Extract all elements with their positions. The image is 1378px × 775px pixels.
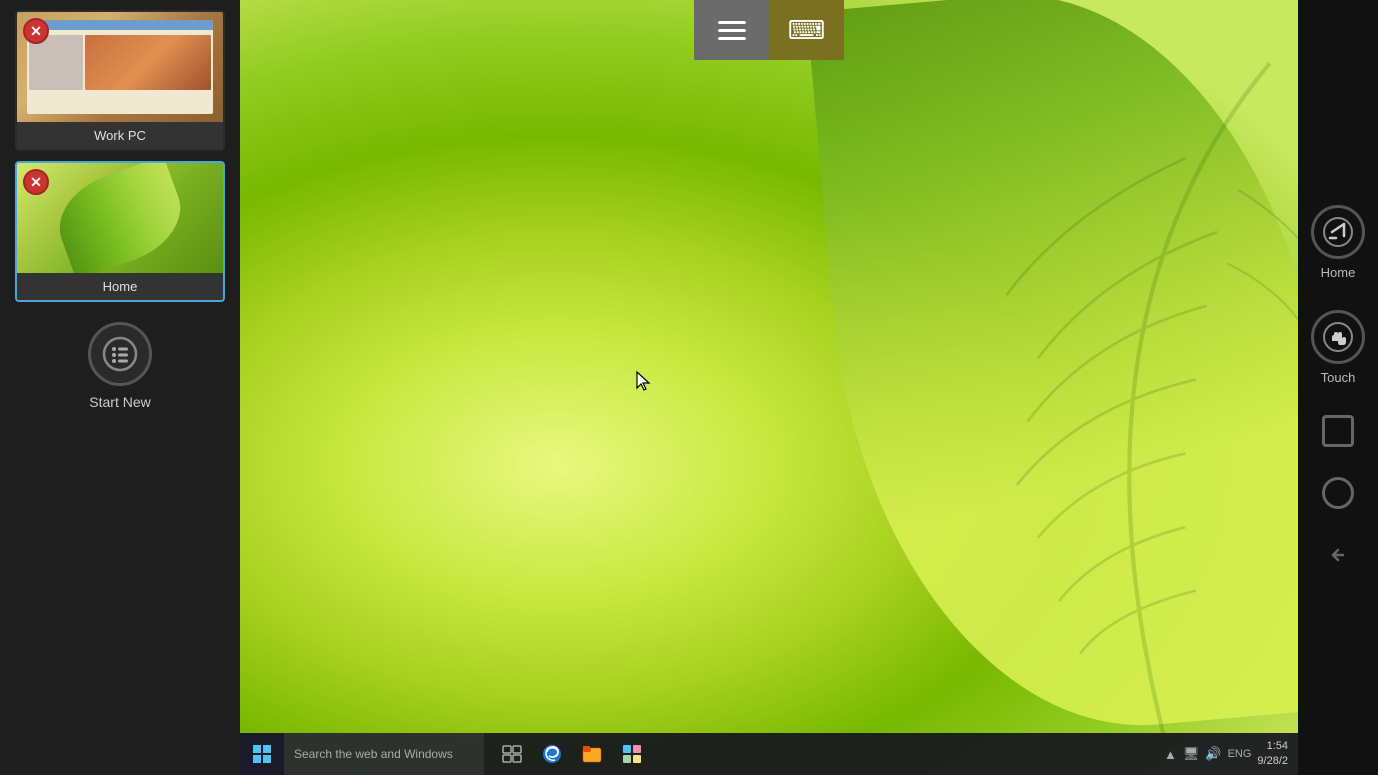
explorer-icon	[581, 743, 603, 765]
sys-tray-icons: ▲ 🖥 🔊 ENG	[1164, 746, 1251, 762]
search-placeholder: Search the web and Windows	[294, 747, 453, 761]
toolbar: ⌨	[694, 0, 844, 60]
clock-date: 9/28/2	[1257, 754, 1288, 769]
connection-card-workpc[interactable]: ✕ Work PC	[15, 10, 225, 151]
tray-arrow[interactable]: ▲	[1164, 747, 1177, 762]
input-icon: ENG	[1228, 748, 1252, 760]
back-arrow-icon	[1326, 543, 1350, 567]
taskbar-search[interactable]: Search the web and Windows	[284, 733, 484, 775]
taskbar: Search the web and Windows	[240, 733, 1298, 775]
connection-card-home[interactable]: ✕ Home	[15, 161, 225, 302]
volume-icon: 🔊	[1205, 746, 1221, 762]
taskbar-explorer[interactable]	[574, 736, 610, 772]
home-nav-icon	[1311, 205, 1365, 259]
taskbar-store[interactable]	[614, 736, 650, 772]
list-icon	[102, 336, 138, 372]
touch-nav-label: Touch	[1321, 370, 1356, 385]
hamburger-icon	[718, 21, 746, 40]
network-icon: 🖥	[1183, 746, 1200, 762]
home-nav-label: Home	[1321, 265, 1356, 280]
desktop-background	[240, 0, 1298, 775]
touch-hand-icon	[1322, 321, 1354, 353]
taskview-icon	[502, 745, 522, 763]
close-workpc-button[interactable]: ✕	[23, 18, 49, 44]
taskbar-taskview[interactable]	[494, 736, 530, 772]
start-new-icon	[88, 322, 152, 386]
home-nav-button[interactable]: Home	[1311, 205, 1365, 280]
touch-nav-button[interactable]: Touch	[1311, 310, 1365, 385]
leaf-decoration	[807, 0, 1298, 750]
taskbar-right: ▲ 🖥 🔊 ENG 1:54 9/28/2	[1164, 739, 1298, 770]
keyboard-button[interactable]: ⌨	[769, 0, 844, 60]
start-new-button[interactable]: Start New	[88, 322, 152, 410]
touch-nav-icon	[1311, 310, 1365, 364]
start-new-label: Start New	[89, 394, 150, 410]
home-arrow-icon	[1322, 216, 1354, 248]
main-area[interactable]: ⌨ Search the web and Windows	[240, 0, 1298, 775]
recent-apps-button[interactable]	[1322, 415, 1354, 447]
start-button[interactable]	[240, 733, 284, 775]
close-home-button[interactable]: ✕	[23, 169, 49, 195]
left-sidebar: ✕ Work PC ✕ Home	[0, 0, 240, 775]
home-label: Home	[17, 273, 223, 300]
clock-time: 1:54	[1257, 739, 1288, 754]
remote-desktop[interactable]: ⌨ Search the web and Windows	[240, 0, 1298, 775]
menu-button[interactable]	[694, 0, 769, 60]
workpc-label: Work PC	[17, 122, 223, 149]
taskbar-clock: 1:54 9/28/2	[1257, 739, 1288, 770]
back-button[interactable]	[1322, 539, 1354, 571]
edge-icon	[541, 743, 563, 765]
home-circle-button[interactable]	[1322, 477, 1354, 509]
taskbar-edge[interactable]	[534, 736, 570, 772]
keyboard-icon: ⌨	[788, 15, 826, 46]
store-icon	[621, 743, 643, 765]
taskbar-icons	[494, 736, 650, 772]
windows-logo	[252, 744, 272, 764]
right-sidebar: Home Touch	[1298, 0, 1378, 775]
